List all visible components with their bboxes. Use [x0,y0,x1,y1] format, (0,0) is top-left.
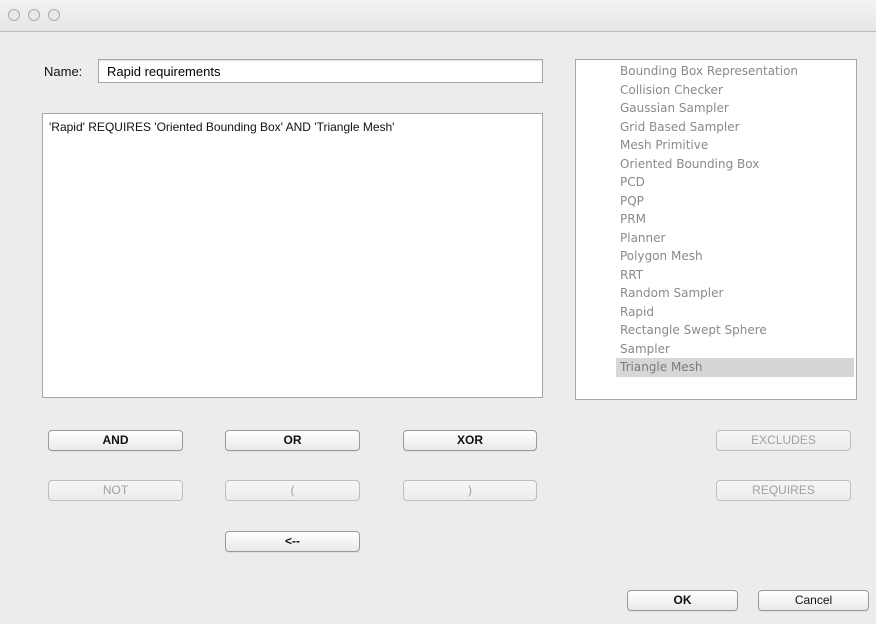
feature-list-item[interactable]: Sampler [616,340,854,359]
feature-list-item[interactable]: Grid Based Sampler [616,118,854,137]
feature-list-item[interactable]: Polygon Mesh [616,247,854,266]
feature-list-item[interactable]: Rectangle Swept Sphere [616,321,854,340]
and-button[interactable]: AND [48,430,183,451]
or-button[interactable]: OR [225,430,360,451]
zoom-window-icon[interactable] [48,9,60,21]
name-label: Name: [44,64,83,79]
minimize-window-icon[interactable] [28,9,40,21]
name-input[interactable] [98,59,543,83]
excludes-button[interactable]: EXCLUDES [716,430,851,451]
ok-button[interactable]: OK [627,590,738,611]
feature-list-item[interactable]: Collision Checker [616,81,854,100]
requires-button[interactable]: REQUIRES [716,480,851,501]
feature-list-item[interactable]: Random Sampler [616,284,854,303]
expression-text: 'Rapid' REQUIRES 'Oriented Bounding Box'… [49,120,395,134]
feature-list[interactable]: Bounding Box Representation Collision Che… [575,59,857,400]
title-bar [0,0,876,32]
feature-list-item[interactable]: Gaussian Sampler [616,99,854,118]
cancel-button[interactable]: Cancel [758,590,869,611]
close-window-icon[interactable] [8,9,20,21]
feature-list-item[interactable]: Planner [616,229,854,248]
feature-list-item[interactable]: RRT [616,266,854,285]
feature-list-item[interactable]: Rapid [616,303,854,322]
expression-editor[interactable]: 'Rapid' REQUIRES 'Oriented Bounding Box'… [42,113,543,398]
feature-list-item[interactable]: Triangle Mesh [616,358,854,377]
feature-list-item[interactable]: Bounding Box Representation [616,62,854,81]
xor-button[interactable]: XOR [403,430,537,451]
back-button[interactable]: <-- [225,531,360,552]
feature-list-item[interactable]: PQP [616,192,854,211]
feature-list-item[interactable]: PRM [616,210,854,229]
feature-list-item[interactable]: PCD [616,173,854,192]
open-paren-button[interactable]: ( [225,480,360,501]
feature-list-item[interactable]: Oriented Bounding Box [616,155,854,174]
close-paren-button[interactable]: ) [403,480,537,501]
feature-list-item[interactable]: Mesh Primitive [616,136,854,155]
not-button[interactable]: NOT [48,480,183,501]
